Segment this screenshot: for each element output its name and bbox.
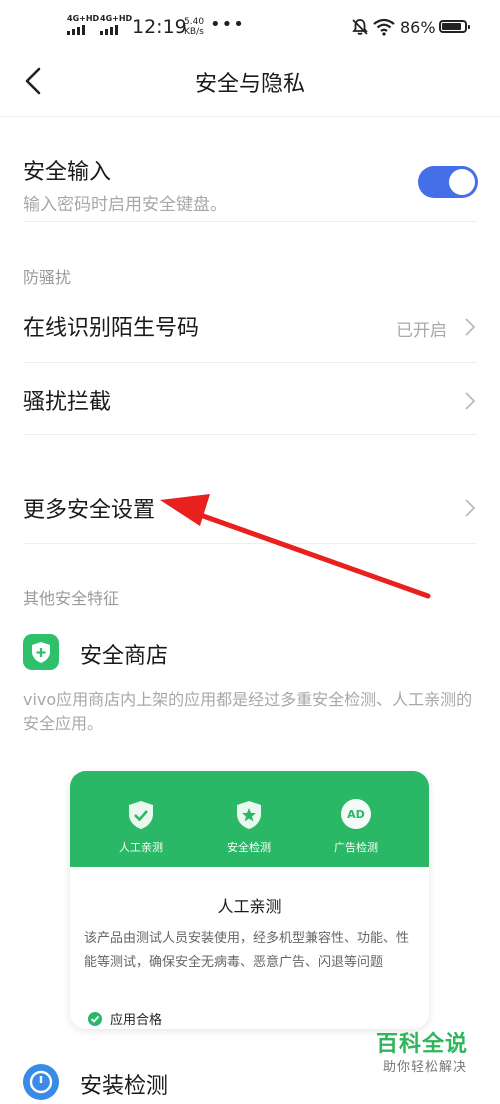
battery-icon xyxy=(439,20,470,33)
check-circle-icon xyxy=(88,1011,102,1026)
network-speed: 5.40 KB/s xyxy=(184,17,204,37)
secure-store-label: 安全商店 xyxy=(80,644,169,669)
mute-bell-icon xyxy=(352,19,368,35)
verification-card: 人工亲测 安全检测 AD 广告检测 人工亲测 该产品由测试人员安装使用，经多机型… xyxy=(70,771,429,1029)
chevron-right-icon xyxy=(465,392,476,410)
pass-label: 应用合格 xyxy=(110,1013,163,1028)
more-security-label: 更多安全设置 xyxy=(23,498,156,523)
chevron-right-icon xyxy=(465,318,476,336)
feature-manual-test: 人工亲测 xyxy=(91,799,191,855)
watermark-slogan: 助你轻松解决 xyxy=(383,1060,468,1075)
secure-input-toggle[interactable] xyxy=(418,166,478,198)
signal-icon-2 xyxy=(100,25,118,35)
secure-store-desc: vivo应用商店内上架的应用都是经过多重安全检测、人工亲测的安全应用。 xyxy=(23,690,473,733)
secure-input-desc: 输入密码时启用安全键盘。 xyxy=(23,195,227,215)
online-id-label: 在线识别陌生号码 xyxy=(23,316,200,341)
page-title: 安全与隐私 xyxy=(194,72,305,97)
secure-store-icon xyxy=(23,634,59,670)
more-notifications-icon: ••• xyxy=(210,14,245,35)
harass-block-row[interactable]: 骚扰拦截 xyxy=(0,366,500,432)
card-banner: 人工亲测 安全检测 AD 广告检测 xyxy=(70,771,429,867)
section-header-other: 其他安全特征 xyxy=(23,589,120,608)
wifi-icon xyxy=(373,18,395,36)
feature-label: 人工亲测 xyxy=(119,841,163,854)
install-check-label[interactable]: 安装检测 xyxy=(80,1068,168,1100)
more-security-row[interactable]: 更多安全设置 xyxy=(0,470,500,542)
signal-label-2: 4G+HD xyxy=(100,14,133,23)
card-description: 该产品由测试人员安装使用，经多机型兼容性、功能、性能等测试，确保安全无病毒、恶意… xyxy=(84,931,410,970)
divider xyxy=(23,543,477,544)
signal-label-1: 4G+HD xyxy=(67,14,100,23)
shield-check-icon xyxy=(129,801,153,829)
feature-ad-check: AD 广告检测 xyxy=(306,799,406,855)
divider xyxy=(23,221,477,222)
clock: 12:19 xyxy=(132,16,187,38)
ad-badge-text: AD xyxy=(347,807,365,821)
online-id-row[interactable]: 在线识别陌生号码 已开启 xyxy=(0,296,500,360)
harass-block-label: 骚扰拦截 xyxy=(23,390,112,415)
card-title: 人工亲测 xyxy=(217,897,282,916)
feature-label: 安全检测 xyxy=(227,841,271,854)
feature-security-check: 安全检测 xyxy=(199,799,299,855)
pass-status: 应用合格 xyxy=(88,1009,162,1028)
toggle-knob xyxy=(449,169,475,195)
signal-icon-1 xyxy=(67,25,85,35)
battery-fill xyxy=(442,23,461,30)
status-bar: 4G+HD 4G+HD 12:19 5.40 KB/s ••• 86% xyxy=(0,0,500,56)
install-check-icon xyxy=(23,1064,59,1100)
divider xyxy=(23,362,477,363)
feature-label: 广告检测 xyxy=(334,841,378,854)
header-divider xyxy=(0,116,500,117)
speed-value: 5.40 xyxy=(184,17,205,27)
section-header-anti-harass: 防骚扰 xyxy=(23,268,72,287)
secure-input-label: 安全输入 xyxy=(23,160,112,185)
battery-percent: 86% xyxy=(400,18,436,37)
speed-unit: KB/s xyxy=(184,27,204,37)
ad-icon: AD xyxy=(341,799,371,829)
watermark-brand: 百科全说 xyxy=(376,1032,469,1057)
shield-star-icon xyxy=(237,801,261,829)
chevron-right-icon xyxy=(465,499,476,517)
divider xyxy=(23,434,477,435)
online-id-status: 已开启 xyxy=(396,321,447,341)
